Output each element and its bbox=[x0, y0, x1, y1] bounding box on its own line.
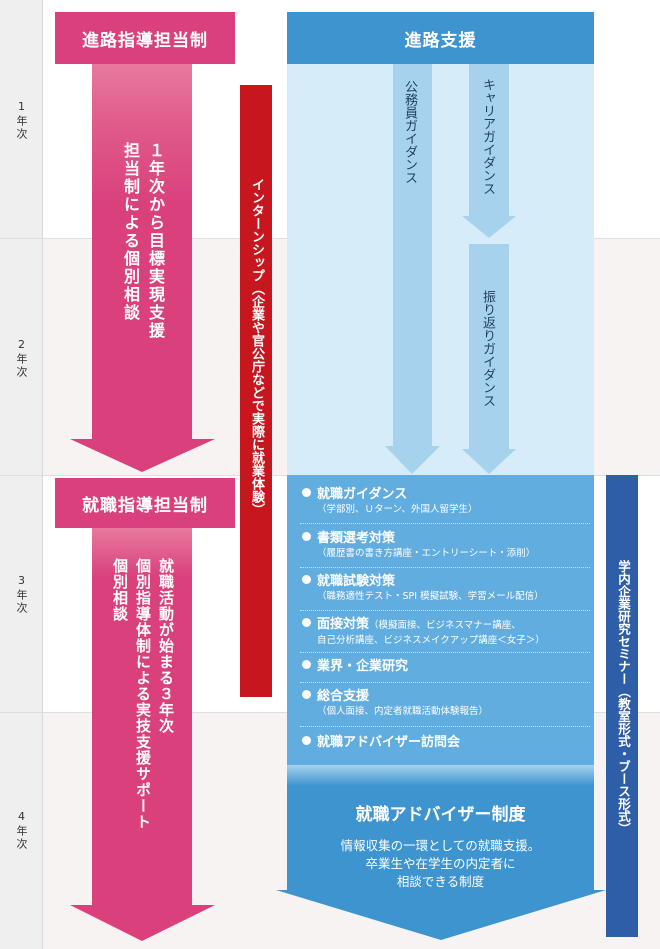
left-top-text-2: 担当制による個別相談 bbox=[121, 142, 140, 322]
job-guidance-system-header: 就職指導担当制 bbox=[55, 478, 235, 528]
job-advisor-description: 情報収集の一環としての就職支援。 卒業生や在学生の内定者に 相談できる制度 bbox=[287, 837, 594, 891]
support-item-title: 就職試験対策 bbox=[317, 574, 396, 589]
year-label-1: 1年次 bbox=[15, 99, 28, 141]
item-divider bbox=[300, 567, 590, 568]
support-item-detail: （学部別、Ｕターン、外国人留学生） bbox=[317, 504, 478, 515]
support-item: 面接対策（模擬面接、ビジネスマナー講座、 自己分析講座、ビジネスメイクアップ講座… bbox=[302, 617, 592, 647]
support-item: 総合支援 （個人面接、内定者就職活動体験報告） bbox=[302, 689, 592, 718]
header-label: 進路支援 bbox=[404, 30, 477, 51]
internship-label: インターンシップ（企業や官公庁などで実際に就業体験） bbox=[249, 178, 264, 516]
support-item-detail: 自己分析講座、ビジネスメイクアップ講座＜女子＞） bbox=[317, 635, 545, 646]
support-item-detail: （職務適性テスト・SPI 模擬試験、学習メール配信） bbox=[317, 591, 544, 602]
bullet-icon bbox=[302, 618, 311, 627]
career-support-header: 進路支援 bbox=[287, 12, 594, 64]
support-item-note: （模擬面接、ビジネスマナー講座、 bbox=[369, 620, 521, 631]
header-label: 就職指導担当制 bbox=[82, 495, 208, 516]
header-label: 進路指導担当制 bbox=[82, 30, 208, 51]
support-item-title: 業界・企業研究 bbox=[317, 659, 409, 674]
support-item-title: 書類選考対策 bbox=[317, 531, 396, 546]
item-divider bbox=[300, 726, 590, 727]
job-advisor-title: 就職アドバイザー制度 bbox=[355, 805, 526, 825]
left-bottom-text-2: 個別指導体制による実技支援サポート bbox=[134, 558, 152, 830]
year-label-2: 2年次 bbox=[15, 337, 28, 379]
support-item: 就職アドバイザー訪問会 bbox=[302, 735, 592, 751]
support-item: 就職試験対策 （職務適性テスト・SPI 模擬試験、学習メール配信） bbox=[302, 574, 592, 603]
support-item-title: 総合支援 bbox=[317, 689, 370, 704]
left-bottom-text-3: 個別相談 bbox=[111, 558, 129, 622]
item-divider bbox=[300, 682, 590, 683]
bullet-icon bbox=[302, 690, 311, 699]
support-item: 業界・企業研究 bbox=[302, 659, 592, 675]
description-line: 相談できる制度 bbox=[396, 874, 485, 889]
description-line: 卒業生や在学生の内定者に bbox=[365, 856, 516, 871]
support-item-title: 就職アドバイザー訪問会 bbox=[317, 735, 461, 750]
left-top-text-1: １年次から目標実現支援 bbox=[146, 142, 165, 340]
year-label-4: 4年次 bbox=[15, 809, 28, 851]
bullet-icon bbox=[302, 660, 311, 669]
item-divider bbox=[300, 610, 590, 611]
bullet-icon bbox=[302, 532, 311, 541]
review-guidance-label: 振り返りガイダンス bbox=[480, 290, 495, 407]
support-item: 就職ガイダンス （学部別、Ｕターン、外国人留学生） bbox=[302, 487, 592, 516]
support-item-detail: （履歴書の書き方講座・エントリーシート・添削） bbox=[317, 548, 536, 559]
bullet-icon bbox=[302, 575, 311, 584]
support-item-title: 就職ガイダンス bbox=[317, 487, 408, 502]
support-item-detail: （個人面接、内定者就職活動体験報告） bbox=[317, 706, 489, 717]
career-support-panel bbox=[287, 64, 594, 475]
bullet-icon bbox=[302, 736, 311, 745]
bullet-icon bbox=[302, 488, 311, 497]
career-guidance-label: キャリアガイダンス bbox=[480, 78, 495, 195]
item-divider bbox=[300, 652, 590, 653]
public-servant-guidance-label: 公務員ガイダンス bbox=[402, 80, 417, 184]
description-line: 情報収集の一環としての就職支援。 bbox=[340, 838, 541, 853]
career-guidance-system-header: 進路指導担当制 bbox=[55, 12, 235, 64]
support-item-title: 面接対策 bbox=[317, 617, 370, 632]
company-seminar-label: 学内企業研究セミナー（教室形式・ブース形式） bbox=[616, 560, 631, 835]
left-bottom-text-1: 就職活動が始まる３年次 bbox=[157, 558, 175, 734]
year-label-3: 3年次 bbox=[15, 573, 28, 615]
item-divider bbox=[300, 523, 590, 524]
support-item: 書類選考対策 （履歴書の書き方講座・エントリーシート・添削） bbox=[302, 531, 592, 560]
